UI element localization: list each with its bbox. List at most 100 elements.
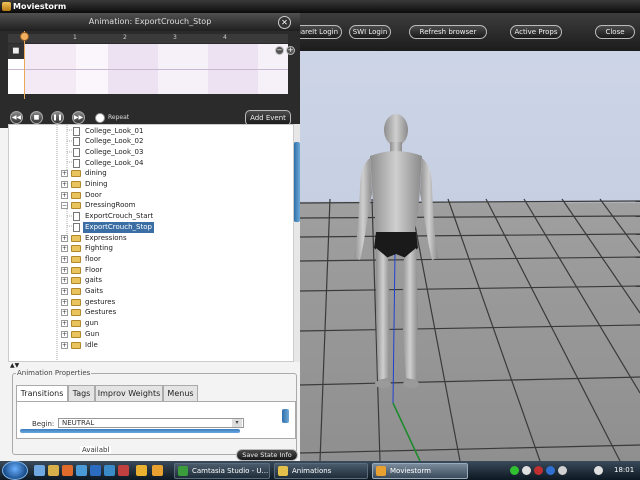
expand-icon[interactable]: + [61,245,68,253]
close-button[interactable]: Close [595,25,635,39]
tree-label: gaits [85,276,103,285]
expand-icon[interactable]: + [61,191,68,199]
chevron-down-icon[interactable]: ▾ [232,419,242,427]
chrome-icon[interactable] [136,465,147,476]
fast-forward-icon[interactable]: ▶▶ [72,111,85,124]
tab-menus[interactable]: Menus [163,385,198,401]
stop-icon[interactable]: ■ [30,111,43,124]
task-label: Moviestorm [390,467,431,475]
expand-icon[interactable]: + [61,170,68,178]
tray-icon[interactable] [522,466,531,475]
expand-icon[interactable]: + [61,320,68,328]
explorer-icon[interactable] [48,465,59,476]
tree-item[interactable]: ExportCrouch_Stop [9,221,289,233]
animation-tree[interactable]: College_Look_01 College_Look_02 College_Lo… [8,124,294,362]
clock: 18:01 [614,466,635,474]
tree-label: gestures [85,297,116,306]
tree-item[interactable]: ExportCrouch_Start [9,211,289,222]
tree-folder[interactable]: + Dining [9,179,289,190]
expand-icon[interactable]: + [61,330,68,338]
pause-icon[interactable]: ❚❚ [51,111,64,124]
tree-folder[interactable]: + Gestures [9,307,289,318]
tree-folder[interactable]: + gaits [9,275,289,286]
save-state-info-button[interactable]: Save State Info [236,449,298,461]
zoom-out-icon[interactable]: − [275,46,284,55]
expand-icon[interactable]: + [61,181,68,188]
tray-bluetooth-icon[interactable] [546,466,555,475]
show-desktop-icon[interactable] [34,465,45,476]
start-button[interactable] [2,461,28,480]
tree-folder[interactable]: + Door [9,190,289,201]
tree-folder[interactable]: + gun [9,318,289,329]
tree-scroll-arrows[interactable]: ▲▼ [10,362,19,369]
horizontal-scrollbar[interactable] [20,429,240,433]
begin-state-select[interactable]: NEUTRAL [58,418,244,428]
expand-icon[interactable]: + [61,255,68,263]
active-props-button[interactable]: Active Props [510,25,562,39]
panel-close-icon[interactable]: ✕ [278,16,291,29]
playhead-handle[interactable] [20,32,29,41]
tray-network-icon[interactable] [510,466,519,475]
tab-tags[interactable]: Tags [68,385,95,401]
tree-folder[interactable]: + Expressions [9,233,289,244]
folder-icon [71,202,81,210]
begin-label: Begin: [32,420,55,428]
tree-item[interactable]: College_Look_03 [9,147,289,158]
expand-icon[interactable]: + [61,234,68,242]
tree-folder[interactable]: + gestures [9,297,289,308]
swi-login-button[interactable]: SWI Login [349,25,391,39]
expand-icon[interactable]: + [61,341,68,349]
collapse-icon[interactable]: − [61,202,68,210]
moviestorm-logo-icon [2,2,11,11]
tree-scrollbar[interactable] [294,124,300,362]
tray-volume-icon[interactable] [594,466,603,475]
expand-icon[interactable]: + [61,309,68,317]
task-camtasia[interactable]: Camtasia Studio - U... [174,463,270,479]
expand-icon[interactable]: + [61,298,68,306]
expand-icon[interactable]: + [61,266,68,274]
browser-icon[interactable] [76,465,87,476]
tree-folder[interactable]: + Floor [9,265,289,276]
taskbar: Camtasia Studio - U... Animations Movies… [0,461,640,480]
tab-improv-weights[interactable]: Improv Weights [95,385,163,401]
timeline[interactable]: 1 2 3 4 ◼ − + [0,31,300,108]
tree-label: ExportCrouch_Start [85,212,154,221]
tree-folder[interactable]: − DressingRoom [9,200,289,211]
tree-folder[interactable]: + dining [9,168,289,179]
moviestorm-icon [376,466,386,476]
tab-transitions[interactable]: Transitions [16,385,68,402]
available-label: Availabl [80,446,112,454]
timeline-playhead[interactable] [24,31,25,99]
task-animations[interactable]: Animations [274,463,368,479]
tree-folder[interactable]: + floor [9,254,289,265]
task-moviestorm[interactable]: Moviestorm [372,463,468,479]
tree-item[interactable]: College_Look_02 [9,136,289,147]
vertical-scroll-thumb[interactable] [282,409,289,423]
character-model[interactable] [330,108,450,393]
expand-icon[interactable]: + [61,277,68,285]
tray-icon[interactable] [558,466,567,475]
tree-item[interactable]: College_Look_01 [9,126,289,137]
media-icon[interactable] [62,465,73,476]
expand-icon[interactable]: + [61,288,68,295]
tree-folder[interactable]: + Gun [9,329,289,340]
tree-folder[interactable]: + Gaits [9,286,289,297]
ie-icon[interactable] [90,465,101,476]
tree-label: Gaits [85,287,104,295]
moviestorm-quick-icon[interactable] [152,465,163,476]
repeat-checkbox[interactable] [95,113,105,123]
tree-folder[interactable]: + Fighting [9,243,289,254]
folder-icon [71,320,81,328]
zoom-in-icon[interactable]: + [286,46,295,55]
rewind-icon[interactable]: ◀◀ [10,111,23,124]
tree-item[interactable]: College_Look_04 [9,158,289,169]
tree-scroll-thumb[interactable] [294,142,300,222]
tree-label: Floor [85,265,103,274]
task-label: Camtasia Studio - U... [192,467,269,475]
refresh-browser-button[interactable]: Refresh browser [409,25,487,39]
folder-icon[interactable] [104,465,115,476]
tray-security-icon[interactable] [534,466,543,475]
app-icon[interactable] [118,465,129,476]
tree-folder[interactable]: + Idle [9,340,289,351]
timeline-track[interactable] [8,44,288,94]
